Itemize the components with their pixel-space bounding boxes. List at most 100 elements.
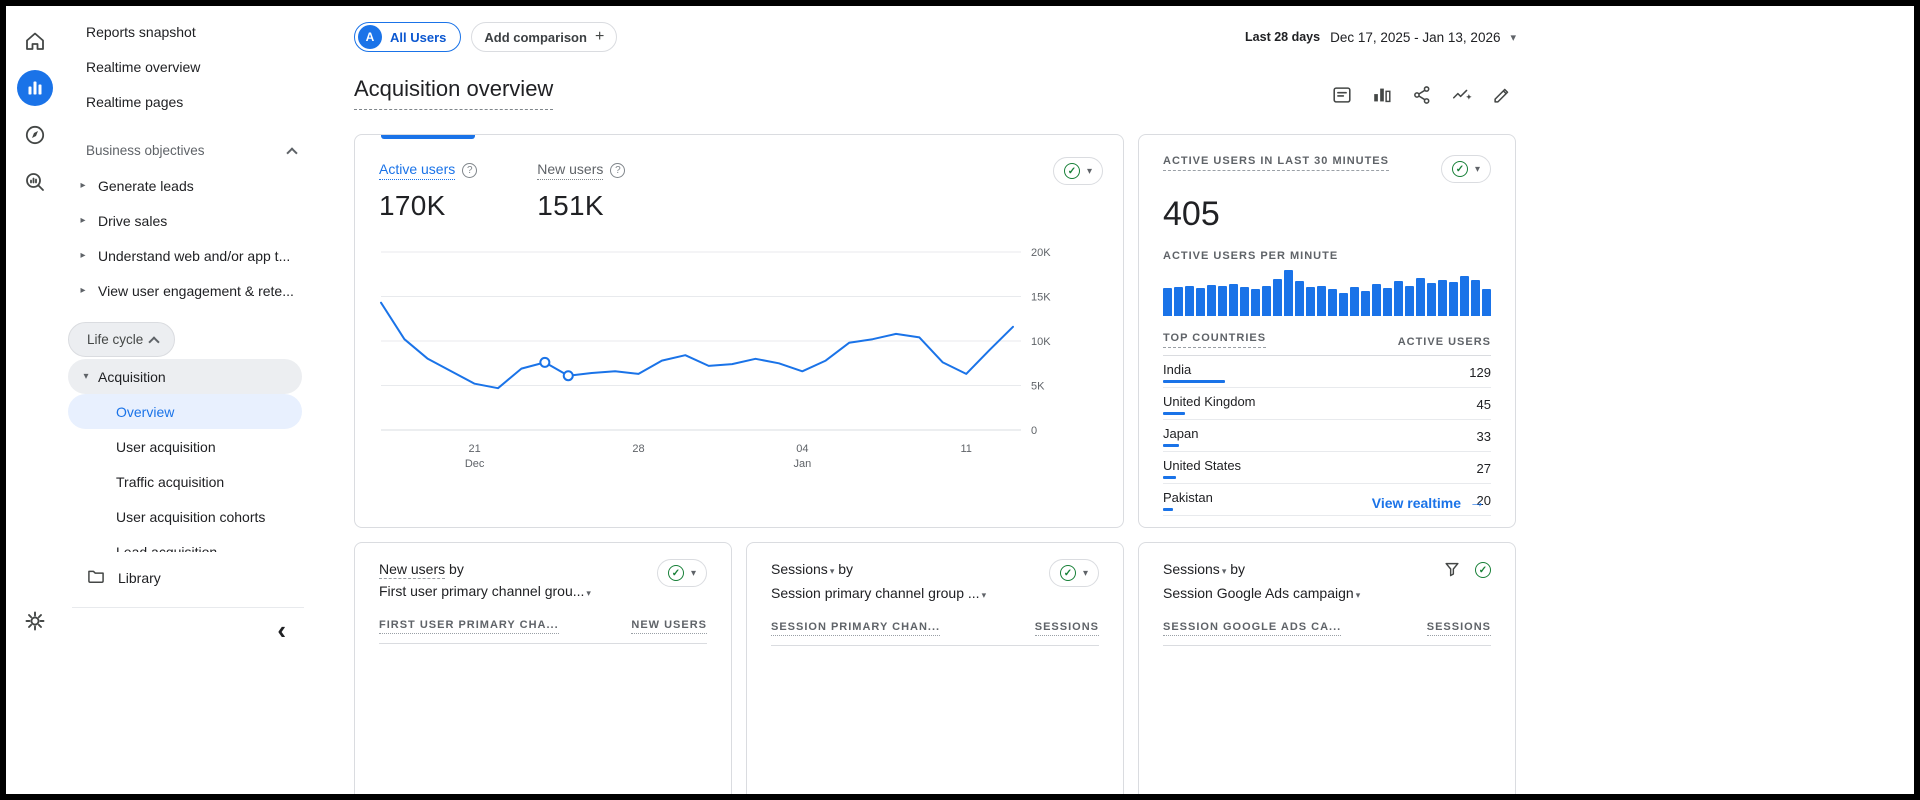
sidebar-item-acquisition[interactable]: ▾ Acquisition: [68, 359, 302, 394]
sidebar-item-label: Acquisition: [98, 368, 166, 385]
help-icon[interactable]: ?: [610, 163, 626, 178]
sidebar-item-realtime-pages[interactable]: Realtime pages: [64, 84, 312, 119]
realtime-active-users-value: 405: [1163, 195, 1220, 233]
realtime-minute-bar: [1218, 286, 1227, 316]
nav-reports-button[interactable]: [13, 66, 57, 110]
sidebar-section-business-objectives[interactable]: Business objectives: [64, 133, 312, 168]
realtime-minute-bar: [1262, 286, 1271, 316]
caret-down-icon: ▾: [1474, 163, 1480, 175]
realtime-minute-bar: [1185, 286, 1194, 316]
realtime-minute-bar: [1394, 281, 1403, 316]
sidebar-item-traffic-acquisition[interactable]: Traffic acquisition: [68, 464, 302, 499]
sidebar-item-label: Understand web and/or app t...: [98, 247, 291, 264]
dimension-picker[interactable]: Session primary channel group ... ▾: [771, 585, 986, 601]
sidebar-item-understand-web-app[interactable]: ▸ Understand web and/or app t...: [64, 238, 312, 273]
country-name: United States: [1163, 458, 1242, 473]
metric-picker[interactable]: New users: [379, 561, 446, 579]
sidebar-item-user-acquisition[interactable]: User acquisition: [68, 429, 302, 464]
data-quality-dropdown[interactable]: ✓ ▾: [1052, 157, 1103, 185]
realtime-minute-bar: [1306, 287, 1315, 316]
dimension-picker[interactable]: Session Google Ads campaign ▾: [1163, 585, 1360, 601]
check-circle-icon[interactable]: ✓: [1475, 562, 1491, 578]
svg-text:11: 11: [960, 443, 971, 455]
dimension-label: First user primary channel grou...: [379, 583, 585, 599]
section-label: Business objectives: [86, 143, 205, 158]
sidebar-item-reports-snapshot[interactable]: Reports snapshot: [64, 14, 312, 49]
sidebar-item-label: Library: [118, 569, 161, 586]
sidebar-item-user-acquisition-cohorts[interactable]: User acquisition cohorts: [68, 499, 302, 534]
realtime-minute-bar: [1405, 286, 1414, 316]
add-comparison-button[interactable]: Add comparison +: [471, 22, 618, 52]
metric-active-users[interactable]: Active users ? 170K: [379, 161, 478, 222]
metric-picker[interactable]: Sessions ▾: [771, 561, 834, 577]
active-users-line-chart: 0 5K 10K 15K 20K 21 Dec 28 04 Jan 11: [377, 238, 1113, 487]
active-users-label: Active users: [379, 161, 456, 180]
nav-explore-button[interactable]: [13, 114, 57, 158]
realtime-minute-bar: [1317, 286, 1326, 316]
caret-right-icon: ▸: [80, 180, 86, 191]
insights-button[interactable]: [1448, 82, 1476, 110]
sidebar-item-view-user-engagement[interactable]: ▸ View user engagement & rete...: [64, 273, 312, 308]
svg-text:10K: 10K: [1031, 336, 1051, 348]
column-header: SESSION PRIMARY CHAN...: [771, 621, 941, 636]
sidebar-item-overview[interactable]: Overview: [68, 394, 302, 429]
metric-new-users[interactable]: New users ? 151K: [537, 161, 626, 222]
by-label: by: [1226, 561, 1246, 577]
date-range-picker[interactable]: Last 28 days Dec 17, 2025 - Jan 13, 2026…: [1245, 30, 1516, 45]
sidebar-item-lead-acquisition[interactable]: Lead acquisition: [68, 534, 302, 553]
metric-picker[interactable]: Sessions ▾: [1163, 561, 1226, 577]
realtime-minute-bar: [1482, 289, 1491, 316]
view-realtime-link[interactable]: View realtime →: [1366, 493, 1491, 513]
share-button[interactable]: [1408, 82, 1436, 110]
all-users-chip[interactable]: A All Users: [354, 22, 462, 52]
home-icon: [23, 29, 47, 56]
caret-right-icon: ▸: [80, 250, 86, 261]
collapse-sidebar-button[interactable]: ‹: [271, 616, 292, 644]
data-quality-dropdown[interactable]: ✓ ▾: [1048, 559, 1099, 587]
data-quality-dropdown[interactable]: ✓ ▾: [1440, 155, 1491, 183]
svg-text:28: 28: [632, 443, 644, 455]
sessions-by-campaign-card: Sessions ▾ by Session Google Ads campaign…: [1138, 542, 1516, 794]
sidebar-item-label: Traffic acquisition: [116, 473, 225, 490]
caret-down-icon: ▾: [1355, 590, 1361, 600]
filter-button[interactable]: [1441, 559, 1463, 581]
compare-button[interactable]: [1368, 82, 1396, 110]
sidebar-section-life-cycle[interactable]: Life cycle: [68, 322, 176, 357]
realtime-minute-bar: [1416, 278, 1425, 316]
caret-right-icon: ▸: [80, 215, 86, 226]
notes-button[interactable]: [1328, 82, 1356, 110]
sidebar-item-generate-leads[interactable]: ▸ Generate leads: [64, 168, 312, 203]
realtime-minute-bar: [1361, 291, 1370, 316]
note-icon: [1331, 84, 1353, 109]
dimension-picker[interactable]: First user primary channel grou... ▾: [379, 583, 591, 599]
date-preset-label: Last 28 days: [1245, 30, 1321, 44]
nav-advertising-button[interactable]: [13, 161, 57, 205]
comparison-topbar: A All Users Add comparison + Last 28 day…: [354, 22, 1516, 52]
realtime-title: ACTIVE USERS IN LAST 30 MINUTES: [1163, 155, 1389, 171]
realtime-minute-bar: [1174, 287, 1183, 316]
sidebar-item-library[interactable]: Library: [64, 560, 312, 595]
nav-rail: [6, 6, 64, 794]
realtime-minute-bar: [1196, 288, 1205, 316]
realtime-minute-bar: [1163, 288, 1172, 316]
top-countries-header: TOP COUNTRIES: [1163, 332, 1267, 348]
nav-home-button[interactable]: [13, 20, 57, 64]
insights-icon: [1451, 84, 1473, 109]
sidebar-item-drive-sales[interactable]: ▸ Drive sales: [64, 203, 312, 238]
sessions-by-channel-card: Sessions ▾ by Session primary channel gro…: [746, 542, 1124, 794]
country-value: 45: [1476, 397, 1491, 412]
column-header: SESSION GOOGLE ADS CA...: [1163, 621, 1342, 636]
sidebar-item-realtime-overview[interactable]: Realtime overview: [64, 49, 312, 84]
svg-text:21: 21: [469, 443, 481, 455]
nav-admin-button[interactable]: [13, 600, 57, 644]
caret-down-icon: ▾: [690, 567, 696, 579]
help-icon[interactable]: ?: [462, 163, 478, 178]
realtime-minute-bar: [1372, 284, 1381, 316]
gear-icon: [23, 609, 47, 636]
view-realtime-label: View realtime: [1371, 495, 1461, 511]
data-quality-dropdown[interactable]: ✓ ▾: [656, 559, 707, 587]
column-header: SESSIONS: [1034, 621, 1099, 636]
svg-text:Dec: Dec: [465, 458, 485, 470]
edit-button[interactable]: [1488, 82, 1516, 110]
country-row: United Kingdom 45: [1163, 388, 1491, 420]
